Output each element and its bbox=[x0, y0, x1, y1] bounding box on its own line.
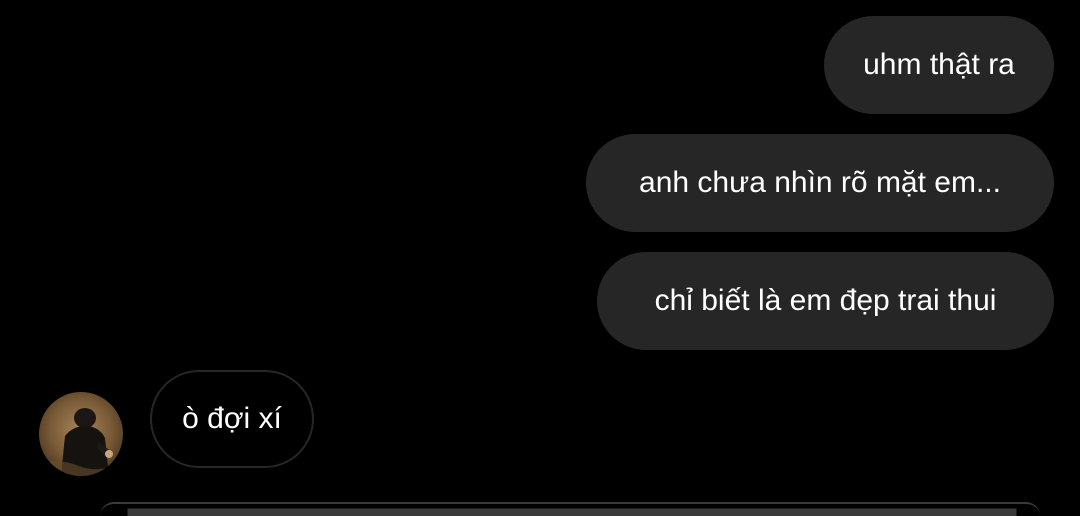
message-text: uhm thật ra bbox=[863, 48, 1015, 81]
message-composer[interactable] bbox=[100, 502, 1040, 516]
outgoing-message-bubble[interactable]: anh chưa nhìn rõ mặt em... bbox=[586, 134, 1054, 232]
person-photo-avatar-icon bbox=[39, 392, 123, 476]
incoming-message-bubble[interactable]: ò đợi xí bbox=[150, 370, 314, 468]
outgoing-message-bubble[interactable]: chỉ biết là em đẹp trai thui bbox=[597, 252, 1054, 350]
message-text: chỉ biết là em đẹp trai thui bbox=[654, 284, 997, 317]
message-text: ò đợi xí bbox=[182, 402, 282, 435]
sender-avatar[interactable] bbox=[39, 392, 123, 476]
message-text: anh chưa nhìn rõ mặt em... bbox=[639, 166, 1001, 199]
outgoing-message-bubble[interactable]: uhm thật ra bbox=[824, 16, 1054, 114]
